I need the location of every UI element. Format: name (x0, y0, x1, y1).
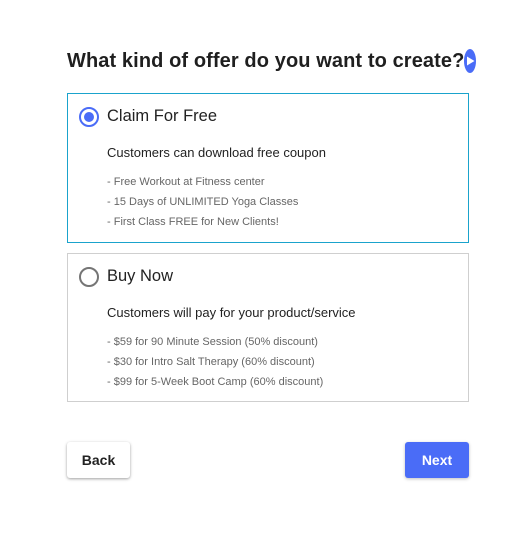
offer-type-page: What kind of offer do you want to create… (0, 0, 524, 534)
option-example-list: - $59 for 90 Minute Session (50% discoun… (107, 336, 323, 396)
option-label: Buy Now (107, 267, 174, 285)
option-example: - $30 for Intro Salt Therapy (60% discou… (107, 356, 315, 368)
title-row: What kind of offer do you want to create… (67, 46, 477, 76)
next-button[interactable]: Next (405, 442, 469, 478)
option-description: Customers will pay for your product/serv… (107, 305, 356, 320)
buy-now-radio[interactable] (79, 267, 99, 287)
option-example: - 15 Days of UNLIMITED Yoga Classes (107, 196, 299, 208)
option-example: - Free Workout at Fitness center (107, 176, 265, 188)
option-description: Customers can download free coupon (107, 145, 326, 160)
option-example: - $59 for 90 Minute Session (50% discoun… (107, 336, 318, 348)
play-circle-icon[interactable] (464, 49, 477, 73)
page-title: What kind of offer do you want to create… (67, 49, 465, 72)
option-example: - First Class FREE for New Clients! (107, 216, 279, 228)
option-example-list: - Free Workout at Fitness center - 15 Da… (107, 176, 298, 236)
back-button[interactable]: Back (67, 442, 130, 478)
offer-option-buy-now[interactable]: Buy Now Customers will pay for your prod… (67, 253, 469, 402)
claim-for-free-radio[interactable] (79, 107, 99, 127)
option-example: - $99 for 5-Week Boot Camp (60% discount… (107, 376, 324, 388)
option-label: Claim For Free (107, 107, 218, 125)
offer-option-claim-for-free[interactable]: Claim For Free Customers can download fr… (67, 93, 469, 243)
